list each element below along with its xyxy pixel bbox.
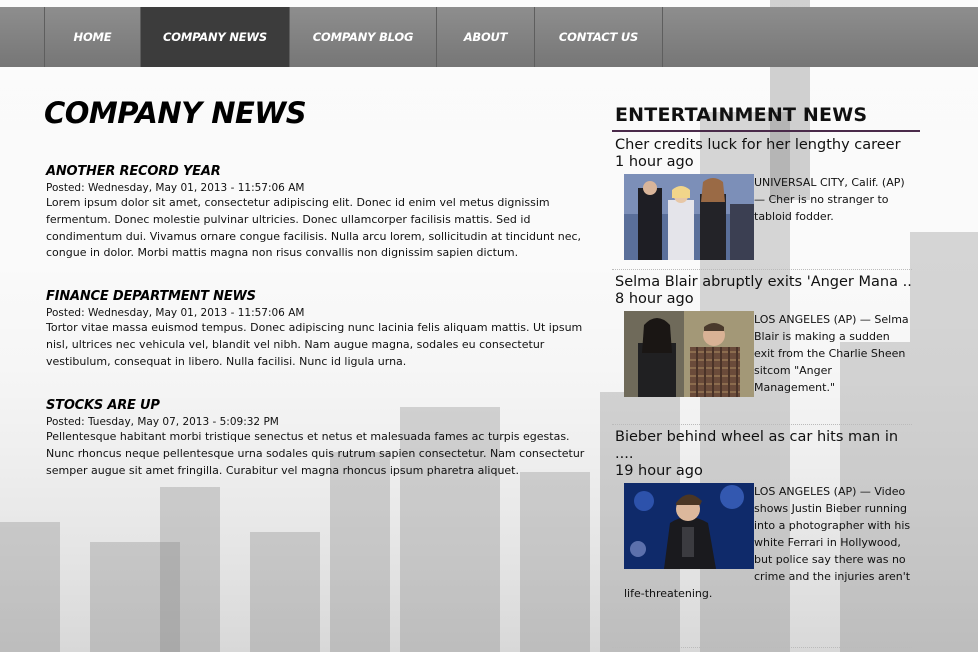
article-date: Posted: Wednesday, May 01, 2013 - 11:57:… — [46, 182, 305, 194]
news-thumbnail[interactable] — [624, 174, 754, 260]
news-thumbnail[interactable] — [624, 483, 754, 569]
news-headline-continued[interactable]: .... — [615, 446, 912, 463]
article-date: Posted: Wednesday, May 01, 2013 - 11:57:… — [46, 307, 305, 319]
company-news-section: COMPANY NEWS ANOTHER RECORD YEAR Posted:… — [44, 96, 599, 477]
nav-spacer — [0, 7, 45, 67]
article-body: Tortor vitae massa euismod tempus. Donec… — [46, 321, 583, 368]
news-article: FINANCE DEPARTMENT NEWS Posted: Wednesda… — [46, 289, 598, 370]
nav-item-about[interactable]: ABOUT — [437, 7, 535, 67]
news-feed-item: Cher credits luck for her lengthy career… — [612, 137, 912, 270]
news-time: 19 hour ago — [615, 463, 703, 479]
nav-item-company-news[interactable]: COMPANY NEWS — [141, 7, 290, 67]
news-headline[interactable]: Selma Blair abruptly exits 'Anger Mana .… — [615, 274, 912, 291]
news-article: STOCKS ARE UP Posted: Tuesday, May 07, 2… — [46, 398, 598, 479]
article-body: Lorem ipsum dolor sit amet, consectetur … — [46, 196, 582, 260]
page-title: COMPANY NEWS — [44, 96, 307, 130]
top-navigation: HOME COMPANY NEWS COMPANY BLOG ABOUT CON… — [0, 7, 978, 67]
article-body: Pellentesque habitant morbi tristique se… — [46, 430, 585, 477]
entertainment-news-section: ENTERTAINMENT NEWS Cher credits luck for… — [612, 104, 920, 648]
news-article: ANOTHER RECORD YEAR Posted: Wednesday, M… — [46, 164, 598, 262]
news-feed-item: Selma Blair abruptly exits 'Anger Mana .… — [612, 274, 912, 425]
nav-item-contact-us[interactable]: CONTACT US — [535, 7, 663, 67]
news-headline[interactable]: Cher credits luck for her lengthy career — [615, 137, 912, 154]
article-title[interactable]: FINANCE DEPARTMENT NEWS — [46, 289, 598, 304]
news-feed-item: Bieber behind wheel as car hits man in .… — [612, 429, 912, 648]
news-time: 1 hour ago — [615, 154, 694, 170]
news-time: 8 hour ago — [615, 291, 694, 307]
news-thumbnail[interactable] — [624, 311, 754, 397]
entertainment-heading: ENTERTAINMENT NEWS — [612, 104, 920, 132]
nav-menu: HOME COMPANY NEWS COMPANY BLOG ABOUT CON… — [45, 7, 663, 67]
nav-item-company-blog[interactable]: COMPANY BLOG — [290, 7, 437, 67]
nav-item-home[interactable]: HOME — [45, 7, 141, 67]
article-title[interactable]: ANOTHER RECORD YEAR — [46, 164, 598, 179]
article-title[interactable]: STOCKS ARE UP — [46, 398, 598, 413]
news-headline[interactable]: Bieber behind wheel as car hits man in — [615, 429, 912, 446]
article-date: Posted: Tuesday, May 07, 2013 - 5:09:32 … — [46, 416, 279, 428]
